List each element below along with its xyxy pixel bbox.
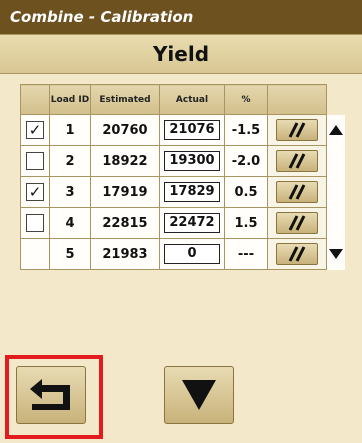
percent-cell: -2.0 xyxy=(224,145,268,177)
page-title: Yield xyxy=(0,34,362,74)
edit-button[interactable] xyxy=(276,150,318,172)
edit-column-header xyxy=(267,84,327,115)
scroll-up-button[interactable] xyxy=(329,125,343,135)
percent-header: % xyxy=(224,84,268,115)
actual-input[interactable]: 0 xyxy=(164,244,220,264)
edit-icon xyxy=(288,215,306,231)
load-id-cell: 5 xyxy=(49,238,91,270)
load-id-cell: 4 xyxy=(49,207,91,239)
percent-cell: --- xyxy=(224,238,268,270)
load-id-header: Load ID xyxy=(49,84,91,115)
load-id-cell: 1 xyxy=(49,114,91,146)
highlight-box xyxy=(5,355,103,439)
row-checkbox[interactable]: ✓ xyxy=(26,121,44,139)
actual-header: Actual xyxy=(159,84,225,115)
edit-icon xyxy=(288,153,306,169)
page-down-button[interactable] xyxy=(164,366,234,424)
window-title: Combine - Calibration xyxy=(0,0,362,34)
edit-button[interactable] xyxy=(276,243,318,265)
edit-button[interactable] xyxy=(276,119,318,141)
scroll-down-button[interactable] xyxy=(329,249,343,259)
row-checkbox[interactable]: ✓ xyxy=(26,183,44,201)
table-row: ✓ 3 17919 17829 0.5 xyxy=(20,176,345,208)
actual-input[interactable]: 21076 xyxy=(164,120,220,140)
edit-icon xyxy=(288,122,306,138)
load-id-cell: 3 xyxy=(49,176,91,208)
checkbox-column-header xyxy=(20,84,50,115)
actual-input[interactable]: 19300 xyxy=(164,151,220,171)
estimated-cell: 21983 xyxy=(90,238,160,270)
load-id-cell: 2 xyxy=(49,145,91,177)
empty-checkbox-cell xyxy=(20,238,50,270)
edit-button[interactable] xyxy=(276,212,318,234)
actual-input[interactable]: 22472 xyxy=(164,213,220,233)
table-row: ✓ 1 20760 21076 -1.5 xyxy=(20,114,345,146)
estimated-cell: 17919 xyxy=(90,176,160,208)
percent-cell: 1.5 xyxy=(224,207,268,239)
edit-icon xyxy=(288,246,306,262)
estimated-cell: 22815 xyxy=(90,207,160,239)
estimated-cell: 18922 xyxy=(90,145,160,177)
table-row: 2 18922 19300 -2.0 xyxy=(20,145,345,177)
table-row: 4 22815 22472 1.5 xyxy=(20,207,345,239)
actual-input[interactable]: 17829 xyxy=(164,182,220,202)
table-row: 5 21983 0 --- xyxy=(20,238,345,270)
edit-button[interactable] xyxy=(276,181,318,203)
estimated-cell: 20760 xyxy=(90,114,160,146)
estimated-header: Estimated xyxy=(90,84,160,115)
calibration-table: Load ID Estimated Actual % ✓ 1 20760 210… xyxy=(20,84,345,270)
row-checkbox[interactable] xyxy=(26,152,44,170)
percent-cell: -1.5 xyxy=(224,114,268,146)
edit-icon xyxy=(288,184,306,200)
percent-cell: 0.5 xyxy=(224,176,268,208)
row-checkbox[interactable] xyxy=(26,214,44,232)
triangle-down-icon xyxy=(182,380,216,410)
